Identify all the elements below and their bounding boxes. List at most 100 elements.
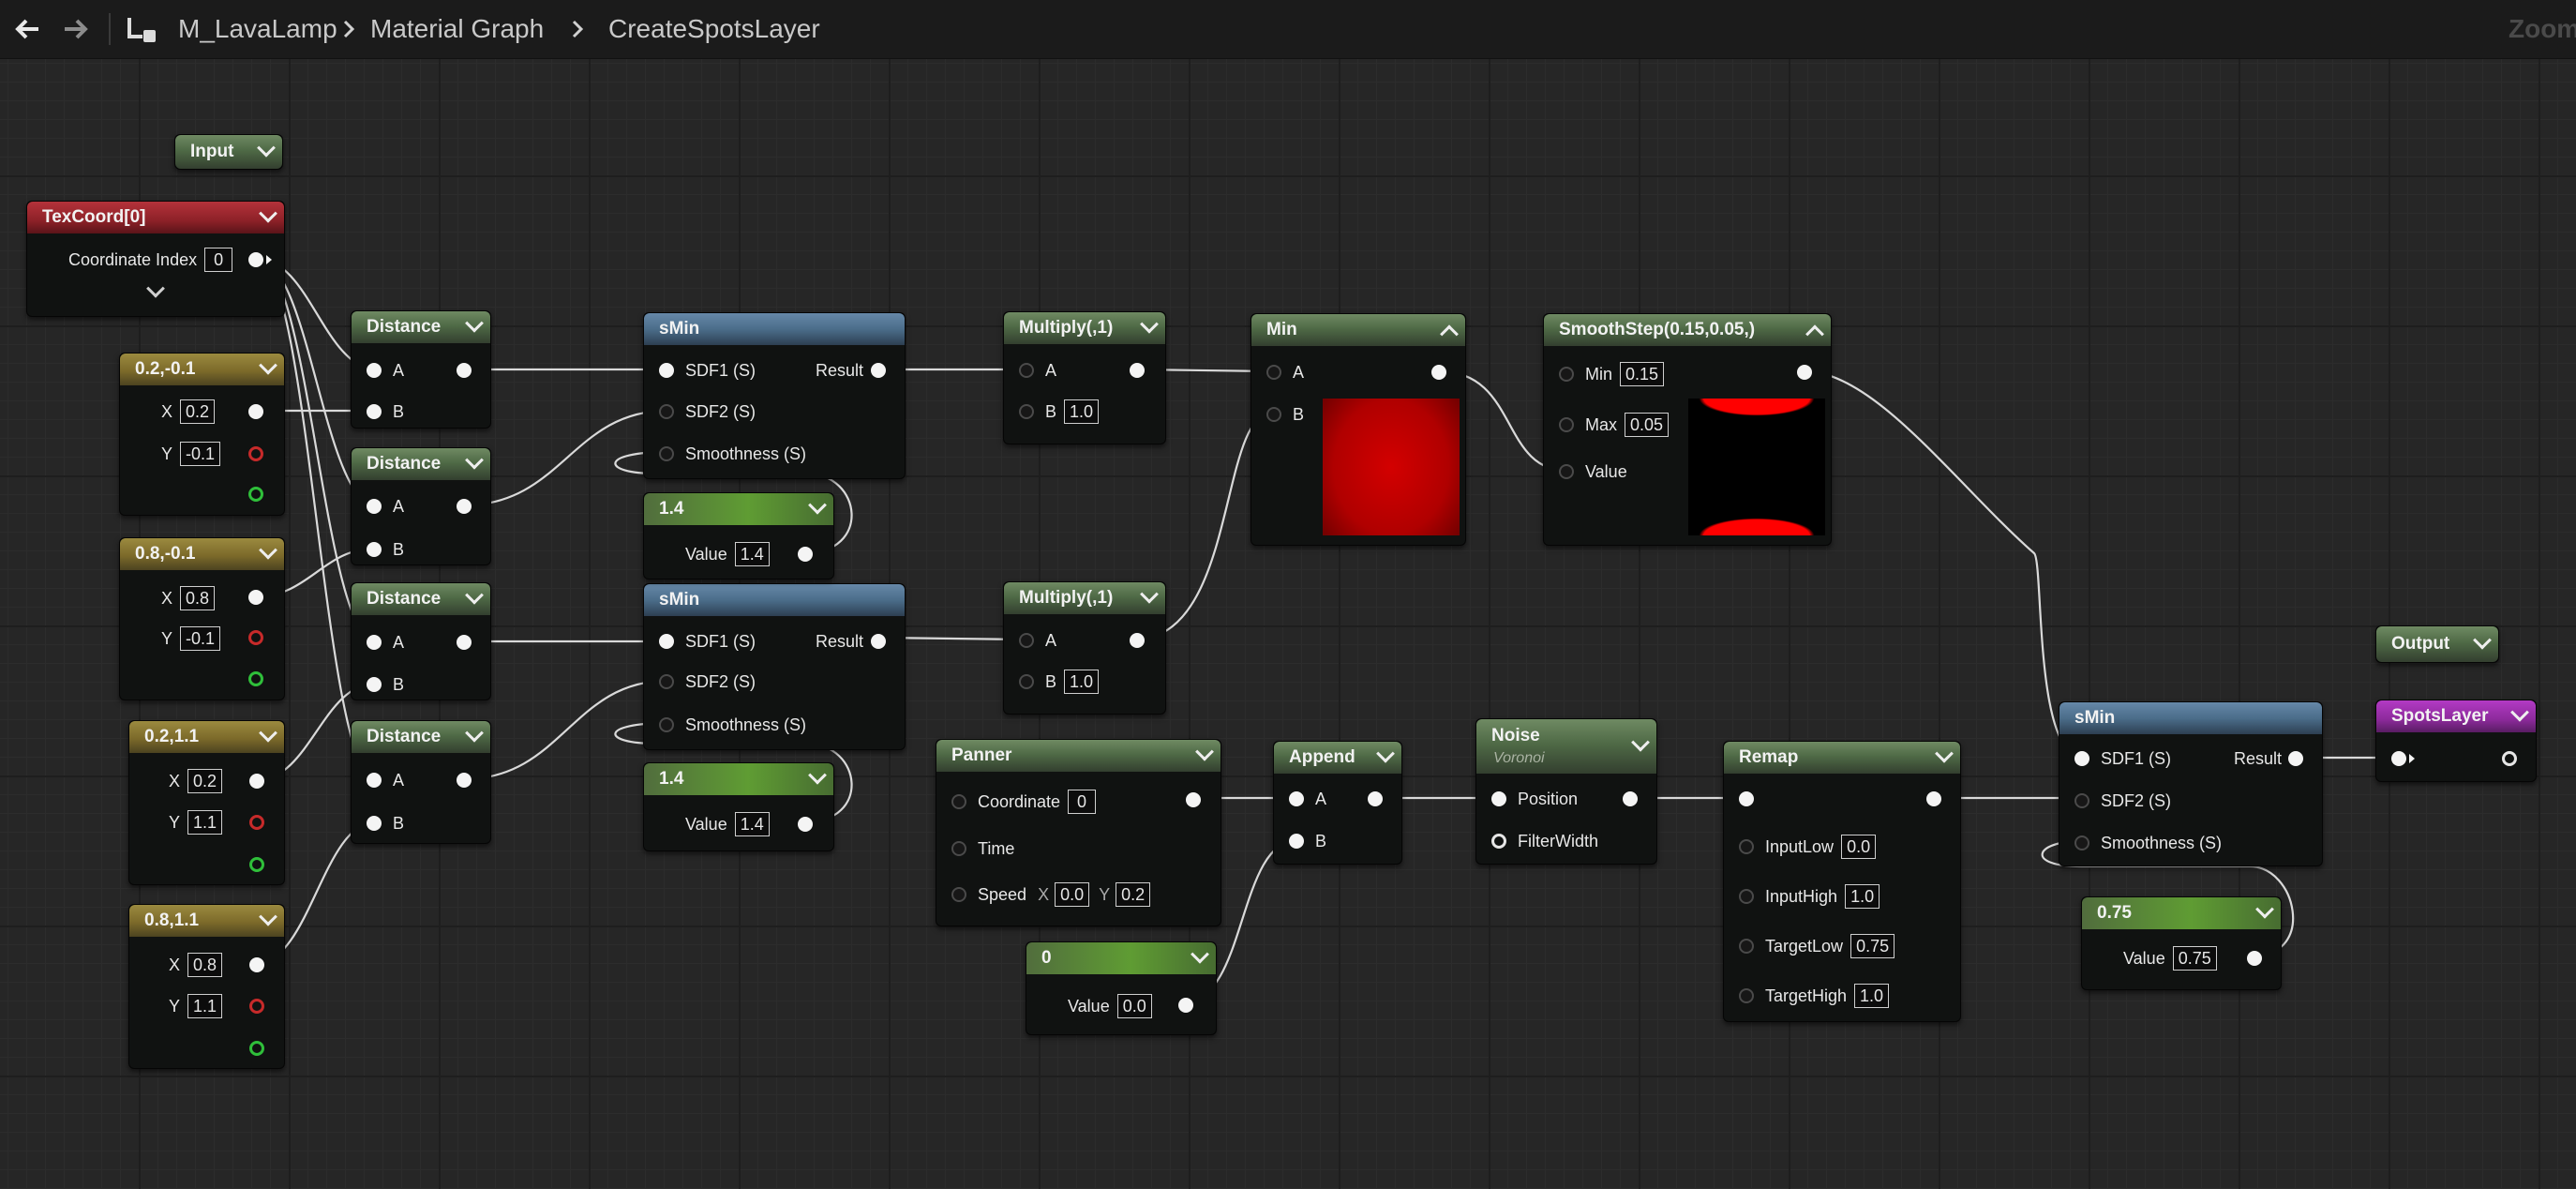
- output-pin[interactable]: [798, 817, 813, 832]
- output-pin[interactable]: [457, 363, 472, 378]
- input-pin-smoothness[interactable]: [659, 446, 674, 461]
- scalar-node-zero[interactable]: 0 Value 0.0: [1026, 941, 1217, 1035]
- scalar-node-k1[interactable]: 1.4 Value 1.4: [643, 492, 834, 579]
- input-pin-b[interactable]: [1266, 407, 1281, 422]
- smoothstep-node[interactable]: SmoothStep(0.15,0.05,) Min 0.15 Max 0.05 V…: [1543, 313, 1832, 546]
- multiply-node-1[interactable]: Multiply(,1) A B 1.0: [1003, 311, 1166, 444]
- x-value[interactable]: 0.2: [187, 769, 223, 793]
- output-pin-result[interactable]: [871, 634, 886, 649]
- input-pin-position[interactable]: [1491, 791, 1506, 806]
- input-pin-inputhigh[interactable]: [1739, 889, 1754, 904]
- breadcrumb-graph[interactable]: Material Graph: [370, 0, 544, 58]
- constant-node-c4[interactable]: 0.8,1.1 X 0.8 Y 1.1: [128, 904, 285, 1069]
- b-value[interactable]: 1.0: [1064, 399, 1100, 424]
- input-pin-time[interactable]: [951, 841, 966, 856]
- append-node[interactable]: Append A B: [1273, 741, 1402, 865]
- output-pin[interactable]: [1178, 998, 1193, 1013]
- targetlow-value[interactable]: 0.75: [1850, 934, 1895, 958]
- output-pin[interactable]: [248, 404, 263, 419]
- output-pin[interactable]: [1797, 365, 1812, 380]
- chevron-down-icon[interactable]: [257, 138, 276, 158]
- y-value[interactable]: 1.1: [187, 810, 223, 835]
- chevron-down-icon[interactable]: [259, 540, 277, 560]
- multiply-node-2[interactable]: Multiply(,1) A B 1.0: [1003, 581, 1166, 715]
- output-pin-green[interactable]: [248, 671, 263, 686]
- input-pin-a[interactable]: [1289, 791, 1304, 806]
- output-pin[interactable]: [249, 774, 264, 789]
- output-pin[interactable]: [457, 635, 472, 650]
- distance-node-3[interactable]: Distance A B: [351, 582, 491, 700]
- distance-node-1[interactable]: Distance A B: [351, 310, 491, 429]
- output-pin-green[interactable]: [249, 857, 264, 872]
- input-node[interactable]: Input: [174, 134, 283, 170]
- min-value[interactable]: 0.15: [1620, 362, 1665, 386]
- input-pin-targetlow[interactable]: [1739, 939, 1754, 954]
- chevron-down-icon[interactable]: [259, 203, 277, 223]
- input-pin-sdf2[interactable]: [2074, 793, 2089, 808]
- smin-node-3[interactable]: sMin SDF1 (S) Result SDF2 (S) Smoothness…: [2059, 701, 2323, 866]
- output-pin[interactable]: [457, 773, 472, 788]
- output-pin-result[interactable]: [2288, 751, 2303, 766]
- chevron-up-icon[interactable]: [1440, 324, 1459, 344]
- output-pin-result[interactable]: [871, 363, 886, 378]
- chevron-down-icon[interactable]: [808, 765, 827, 785]
- speed-y-value[interactable]: 0.2: [1116, 882, 1151, 907]
- output-pin[interactable]: [457, 499, 472, 514]
- constant-node-c3[interactable]: 0.2,1.1 X 0.2 Y 1.1: [128, 720, 285, 885]
- input-pin-b[interactable]: [367, 404, 382, 419]
- input-pin-b[interactable]: [367, 816, 382, 831]
- targethigh-value[interactable]: 1.0: [1854, 984, 1890, 1008]
- value-field[interactable]: 0.0: [1116, 994, 1152, 1018]
- input-pin-b[interactable]: [367, 542, 382, 557]
- chevron-down-icon[interactable]: [2473, 630, 2492, 650]
- min-node[interactable]: Min A B: [1251, 313, 1466, 546]
- input-pin-a[interactable]: [367, 773, 382, 788]
- output-pin[interactable]: [1130, 363, 1145, 378]
- value-field[interactable]: 0.75: [2172, 946, 2217, 971]
- smin-node-1[interactable]: sMin SDF1 (S) Result SDF2 (S) Smoothness…: [643, 312, 906, 479]
- input-pin[interactable]: [2391, 751, 2406, 766]
- output-pin-green[interactable]: [248, 487, 263, 502]
- output-pin-red[interactable]: [249, 815, 264, 830]
- smin-node-2[interactable]: sMin SDF1 (S) Result SDF2 (S) Smoothness…: [643, 583, 906, 750]
- input-pin-sdf1[interactable]: [659, 363, 674, 378]
- input-pin-inputlow[interactable]: [1739, 839, 1754, 854]
- value-field[interactable]: 1.4: [734, 812, 770, 836]
- x-value[interactable]: 0.8: [187, 953, 223, 977]
- chevron-down-icon[interactable]: [259, 723, 277, 743]
- input-pin-smoothness[interactable]: [2074, 835, 2089, 850]
- input-pin-value[interactable]: [1559, 464, 1574, 479]
- output-pin[interactable]: [1623, 791, 1638, 806]
- max-value[interactable]: 0.05: [1625, 413, 1670, 437]
- panner-node[interactable]: Panner Coordinate 0 Time Speed X 0.0 Y 0.…: [936, 739, 1221, 926]
- coordinate-index-value[interactable]: 0: [204, 248, 233, 272]
- y-value[interactable]: -0.1: [180, 442, 221, 466]
- input-pin-targethigh[interactable]: [1739, 988, 1754, 1003]
- scalar-node-k2[interactable]: 1.4 Value 1.4: [643, 762, 834, 851]
- output-pin-red[interactable]: [248, 630, 263, 645]
- chevron-down-icon[interactable]: [465, 313, 484, 333]
- output-pin[interactable]: [249, 957, 264, 972]
- chevron-down-icon[interactable]: [808, 495, 827, 515]
- breadcrumb-function[interactable]: CreateSpotsLayer: [608, 0, 820, 58]
- output-pin[interactable]: [1186, 792, 1201, 807]
- chevron-down-icon[interactable]: [1935, 744, 1954, 763]
- texcoord-node[interactable]: TexCoord[0] Coordinate Index 0: [26, 201, 285, 317]
- output-pin[interactable]: [2247, 951, 2262, 966]
- value-field[interactable]: 1.4: [734, 542, 770, 566]
- chevron-down-icon[interactable]: [1140, 314, 1159, 334]
- output-pin[interactable]: [798, 547, 813, 562]
- output-pin[interactable]: [1431, 365, 1446, 380]
- back-button[interactable]: [13, 0, 41, 58]
- input-pin-speed[interactable]: [951, 887, 966, 902]
- output-pin[interactable]: [248, 252, 263, 267]
- input-pin-coordinate[interactable]: [951, 794, 966, 809]
- input-pin-sdf2[interactable]: [659, 674, 674, 689]
- input-pin-a[interactable]: [367, 635, 382, 650]
- y-value[interactable]: 1.1: [187, 994, 223, 1018]
- distance-node-2[interactable]: Distance A B: [351, 447, 491, 565]
- inputlow-value[interactable]: 0.0: [1841, 835, 1877, 859]
- input-pin-a[interactable]: [1019, 363, 1034, 378]
- input-pin-a[interactable]: [1019, 633, 1034, 648]
- output-pin[interactable]: [248, 590, 263, 605]
